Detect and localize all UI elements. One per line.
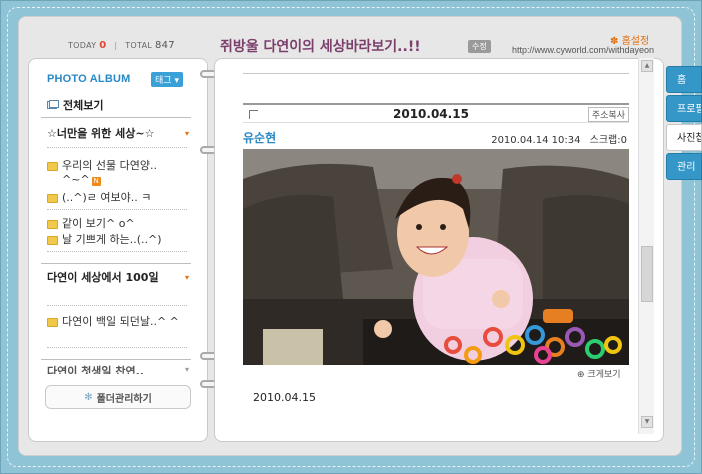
tag-button[interactable]: 태그 ▾	[151, 72, 183, 87]
settings-gear-icon: ✻	[84, 391, 93, 403]
sidebar-divider	[41, 117, 191, 118]
zoom-label: 크게보기	[587, 370, 621, 380]
post-meta: 2010.04.14 10:34 스크랩:0	[491, 131, 627, 146]
main-content: 2010.04.15 주소복사 유순현 2010.04.14 10:34 스크랩…	[214, 58, 664, 442]
folder-icon	[47, 194, 58, 203]
album-title: PHOTO ALBUM	[47, 73, 131, 85]
album-item[interactable]: 날 기쁘게 하는..(..^)	[47, 233, 187, 247]
dotted-divider	[47, 305, 187, 306]
scroll-up-icon[interactable]: ▲	[641, 60, 653, 72]
visit-counter: TODAY 0 | TOTAL 847	[68, 40, 175, 51]
folder-icon	[47, 220, 58, 229]
album-item-label: 다연이 백일 되던날..^ ^	[62, 315, 179, 328]
all-view-link[interactable]: 전체보기	[47, 97, 103, 113]
post-header: 2010.04.15 주소복사	[243, 103, 629, 123]
dotted-divider	[47, 251, 187, 252]
tab-manage[interactable]: 관리	[666, 153, 702, 180]
tab-profile[interactable]: 프로필	[666, 95, 702, 122]
folder-icon	[47, 318, 58, 327]
zoom-link[interactable]: ⊕ 크게보기	[577, 367, 621, 380]
today-label: TODAY	[68, 41, 97, 50]
folder-heading[interactable]: 다연이 첫생일 찬연..	[47, 365, 187, 374]
folder-chevron-icon[interactable]: ▾	[185, 365, 189, 374]
scrollbar[interactable]: ▲ ▼	[638, 58, 654, 434]
folder-chevron-icon[interactable]: ▾	[185, 273, 189, 282]
counter-separator: |	[114, 41, 118, 50]
album-item[interactable]: (..^)ㄹ 여보야.. ㅋ	[47, 191, 187, 205]
copy-address-button[interactable]: 주소복사	[587, 107, 629, 122]
photo-image	[243, 149, 629, 365]
select-checkbox[interactable]	[249, 110, 258, 119]
total-label: TOTAL	[125, 41, 153, 50]
album-all-icon	[47, 100, 59, 109]
all-view-label: 전체보기	[63, 99, 104, 112]
album-item-label: 날 기쁘게 하는..(..^)	[62, 233, 162, 246]
chevron-down-icon: ▾	[174, 76, 179, 86]
album-item[interactable]: 같이 보기^ o^	[47, 217, 187, 231]
dotted-divider	[47, 147, 187, 148]
folder-heading[interactable]: ☆너만을 위한 세상~☆	[47, 127, 187, 141]
tag-button-label: 태그	[155, 76, 172, 86]
album-item-label: 같이 보기^ o^	[62, 217, 135, 230]
post-timestamp: 2010.04.14 10:34	[491, 135, 581, 146]
scroll-thumb[interactable]	[641, 246, 653, 302]
home-url[interactable]: http://www.cyworld.com/withdayeon	[512, 45, 654, 55]
sidebar-divider	[41, 263, 191, 264]
folder-manage-button[interactable]: ✻ 폴더관리하기	[45, 385, 191, 409]
dotted-divider	[47, 209, 187, 210]
left-sidebar: PHOTO ALBUM 태그 ▾ 전체보기 ☆너만을 위한 세상~☆ ▾ 우리의…	[28, 58, 208, 442]
sidebar-divider	[41, 359, 191, 360]
today-count: 0	[99, 40, 107, 51]
folder-chevron-icon[interactable]: ▾	[185, 129, 189, 138]
folder-icon	[47, 162, 58, 171]
previous-post-bottom	[243, 73, 629, 74]
dotted-divider	[47, 347, 187, 348]
album-photo[interactable]	[243, 149, 629, 365]
album-item[interactable]: 다연이 백일 되던날..^ ^	[47, 315, 187, 329]
album-item-label: (..^)ㄹ 여보야.. ㅋ	[62, 191, 152, 204]
folder-heading[interactable]: 다연이 세상에서 100일	[47, 271, 187, 285]
album-item-label: 우리의 선물 다연양.. ^~^	[62, 159, 157, 186]
scrap-count: 스크랩:0	[589, 135, 627, 146]
site-title[interactable]: 쥐방울 다연이의 세상바라보기..!!	[220, 36, 421, 56]
photo-caption: 2010.04.15	[253, 391, 316, 404]
folder-manage-label: 폴더관리하기	[96, 393, 152, 405]
total-count: 847	[154, 40, 175, 51]
album-item[interactable]: 우리의 선물 다연양.. ^~^ N	[47, 159, 187, 187]
post-author[interactable]: 유순현	[243, 129, 276, 146]
post-date: 2010.04.15	[393, 107, 469, 121]
scroll-down-icon[interactable]: ▼	[641, 416, 653, 428]
tab-photo-album[interactable]: 사진첩	[666, 124, 702, 151]
tab-home[interactable]: 홈	[666, 66, 702, 93]
edit-title-button[interactable]: 수정	[468, 40, 491, 53]
new-badge: N	[91, 177, 101, 186]
folder-icon	[47, 236, 58, 245]
zoom-icon: ⊕	[577, 370, 585, 380]
